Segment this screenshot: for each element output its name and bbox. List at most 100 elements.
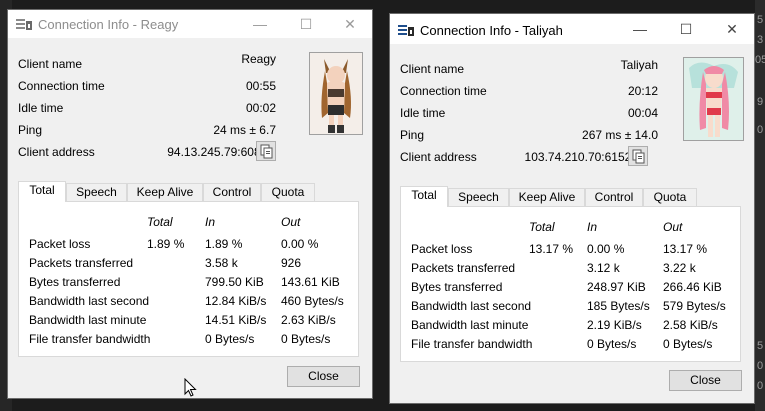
title-bar[interactable]: Connection Info - Taliyah — ☐ ✕ xyxy=(390,14,754,44)
packet-loss-out: 13.17 % xyxy=(663,242,708,256)
header-in: In xyxy=(205,215,216,229)
close-button[interactable]: Close xyxy=(669,370,742,391)
row-label-bandwidth-last-second: Bandwidth last second xyxy=(29,294,150,308)
tab-total[interactable]: Total xyxy=(18,181,66,202)
minimize-icon[interactable]: — xyxy=(617,14,663,44)
title-bar[interactable]: Connection Info - Reagy — ☐ ✕ xyxy=(8,10,372,38)
bytes-transferred-in: 248.97 KiB xyxy=(587,280,646,294)
row-label-file-transfer-bandwidth: File transfer bandwidth xyxy=(411,337,533,351)
bg-number: 0 xyxy=(757,124,764,136)
label-connection-time: Connection time xyxy=(400,84,487,98)
tab-speech[interactable]: Speech xyxy=(448,188,509,206)
row-label-bytes-transferred: Bytes transferred xyxy=(411,280,503,294)
value-ping: 24 ms ± 6.7 xyxy=(213,123,276,137)
header-in: In xyxy=(587,220,598,234)
mouse-cursor-icon xyxy=(184,378,197,397)
packets-transferred-out: 3.22 k xyxy=(663,261,696,275)
packet-loss-in: 1.89 % xyxy=(205,237,243,251)
value-ping: 267 ms ± 14.0 xyxy=(582,128,658,142)
bytes-transferred-in: 799.50 KiB xyxy=(205,275,264,289)
header-total: Total xyxy=(147,215,173,229)
bg-number: 0 xyxy=(757,380,764,392)
avatar xyxy=(309,52,363,135)
packet-loss-in: 0.00 % xyxy=(587,242,625,256)
packets-transferred-in: 3.58 k xyxy=(205,256,238,270)
bg-number: 5 xyxy=(757,14,764,26)
tab-speech[interactable]: Speech xyxy=(66,183,127,201)
minimize-icon[interactable]: — xyxy=(237,10,283,38)
row-label-packet-loss: Packet loss xyxy=(411,242,473,256)
tab-quota[interactable]: Quota xyxy=(261,183,315,201)
packet-loss-total: 1.89 % xyxy=(147,237,185,251)
tab-control[interactable]: Control xyxy=(585,188,643,206)
bg-number: 9 xyxy=(757,96,764,108)
file-transfer-bandwidth-out: 0 Bytes/s xyxy=(281,332,331,346)
row-label-bandwidth-last-minute: Bandwidth last minute xyxy=(411,318,529,332)
label-client-address: Client address xyxy=(400,150,477,164)
tab-quota[interactable]: Quota xyxy=(643,188,697,206)
maximize-icon[interactable]: ☐ xyxy=(283,10,329,38)
close-icon[interactable]: ✕ xyxy=(327,10,373,38)
row-label-file-transfer-bandwidth: File transfer bandwidth xyxy=(29,332,151,346)
copy-icon xyxy=(260,144,273,159)
header-out: Out xyxy=(281,215,301,229)
stats-panel: Total In Out Packet loss 1.89 % 1.89 % 0… xyxy=(18,201,359,357)
tab-control[interactable]: Control xyxy=(203,183,261,201)
label-client-name: Client name xyxy=(400,62,465,76)
file-transfer-bandwidth-out: 0 Bytes/s xyxy=(663,337,713,351)
connection-info-window-taliyah: Connection Info - Taliyah — ☐ ✕ Client n… xyxy=(389,13,755,404)
stats-panel: Total In Out Packet loss 13.17 % 0.00 % … xyxy=(400,206,741,362)
row-label-packets-transferred: Packets transferred xyxy=(29,256,134,270)
value-client-address: 103.74.210.70:61527 xyxy=(524,150,638,164)
bandwidth-last-second-out: 460 Bytes/s xyxy=(281,294,344,308)
avatar xyxy=(683,57,744,141)
close-icon[interactable]: ✕ xyxy=(709,14,755,44)
bandwidth-last-minute-in: 2.19 KiB/s xyxy=(587,318,642,332)
tab-keep-alive[interactable]: Keep Alive xyxy=(127,183,203,201)
file-transfer-bandwidth-in: 0 Bytes/s xyxy=(587,337,637,351)
file-transfer-bandwidth-in: 0 Bytes/s xyxy=(205,332,255,346)
value-client-name: Taliyah xyxy=(620,58,658,72)
bandwidth-last-second-in: 12.84 KiB/s xyxy=(205,294,267,308)
value-connection-time: 00:55 xyxy=(245,79,276,93)
window-title: Connection Info - Taliyah xyxy=(420,23,563,38)
copy-address-button[interactable] xyxy=(628,146,648,166)
connection-info-icon xyxy=(398,25,414,36)
value-client-name: Reagy xyxy=(241,52,276,66)
row-label-bandwidth-last-minute: Bandwidth last minute xyxy=(29,313,147,327)
bandwidth-last-minute-out: 2.63 KiB/s xyxy=(281,313,336,327)
label-ping: Ping xyxy=(18,123,43,137)
value-idle-time: 00:04 xyxy=(627,106,658,120)
bg-number: 3 xyxy=(757,34,764,46)
bg-number: 05 xyxy=(755,54,765,66)
bandwidth-last-second-out: 579 Bytes/s xyxy=(663,299,726,313)
window-title: Connection Info - Reagy xyxy=(38,17,179,32)
copy-icon xyxy=(632,149,645,164)
bg-number: 5 xyxy=(757,340,764,352)
copy-address-button[interactable] xyxy=(256,141,276,161)
bytes-transferred-out: 143.61 KiB xyxy=(281,275,340,289)
value-connection-time: 20:12 xyxy=(627,84,658,98)
label-connection-time: Connection time xyxy=(18,79,105,93)
bandwidth-last-minute-in: 14.51 KiB/s xyxy=(205,313,267,327)
value-idle-time: 00:02 xyxy=(245,101,276,115)
label-client-name: Client name xyxy=(18,57,83,71)
label-idle-time: Idle time xyxy=(400,106,446,120)
header-total: Total xyxy=(529,220,555,234)
row-label-bandwidth-last-second: Bandwidth last second xyxy=(411,299,532,313)
connection-info-icon xyxy=(16,19,32,30)
label-ping: Ping xyxy=(400,128,425,142)
connection-info-window-reagy: Connection Info - Reagy — ☐ ✕ Client nam… xyxy=(7,9,373,399)
packets-transferred-out: 926 xyxy=(281,256,302,270)
row-label-packets-transferred: Packets transferred xyxy=(411,261,516,275)
tab-total[interactable]: Total xyxy=(400,186,448,207)
background-right-strip: 5 3 05 9 0 5 0 0 xyxy=(755,0,765,411)
maximize-icon[interactable]: ☐ xyxy=(663,14,709,44)
label-idle-time: Idle time xyxy=(18,101,64,115)
close-button[interactable]: Close xyxy=(287,366,360,387)
packet-loss-out: 0.00 % xyxy=(281,237,319,251)
header-out: Out xyxy=(663,220,683,234)
tab-keep-alive[interactable]: Keep Alive xyxy=(509,188,585,206)
packets-transferred-in: 3.12 k xyxy=(587,261,620,275)
row-label-bytes-transferred: Bytes transferred xyxy=(29,275,121,289)
